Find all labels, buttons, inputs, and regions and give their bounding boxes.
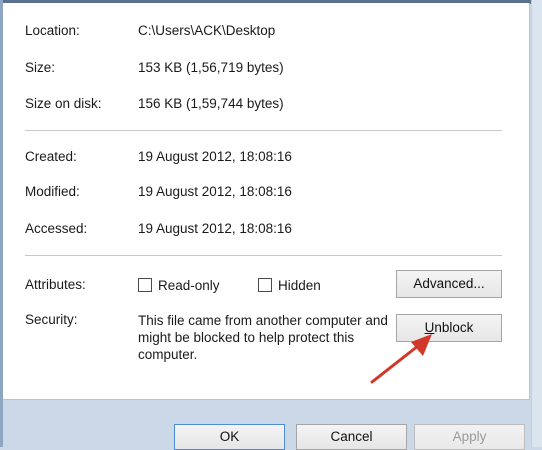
unblock-label-rest: nblock bbox=[434, 320, 474, 335]
accessed-value: 19 August 2012, 18:08:16 bbox=[138, 221, 292, 236]
modified-label: Modified: bbox=[25, 184, 80, 199]
size-label: Size: bbox=[25, 60, 56, 75]
accessed-label: Accessed: bbox=[25, 221, 88, 236]
separator bbox=[25, 255, 502, 256]
apply-button[interactable]: Apply bbox=[414, 424, 525, 450]
separator bbox=[25, 130, 502, 131]
created-label: Created: bbox=[25, 149, 77, 164]
hidden-checkbox-box[interactable] bbox=[258, 278, 272, 292]
advanced-button[interactable]: Advanced... bbox=[396, 270, 502, 298]
ok-button[interactable]: OK bbox=[174, 424, 285, 450]
hidden-checkbox-label: Hidden bbox=[278, 277, 321, 293]
created-value: 19 August 2012, 18:08:16 bbox=[138, 149, 292, 164]
hidden-checkbox[interactable]: Hidden bbox=[258, 275, 321, 295]
attributes-label: Attributes: bbox=[25, 277, 86, 292]
size-on-disk-label: Size on disk: bbox=[25, 96, 102, 111]
security-label: Security: bbox=[25, 312, 78, 327]
size-value: 153 KB (1,56,719 bytes) bbox=[138, 60, 284, 75]
location-label: Location: bbox=[25, 23, 80, 38]
location-value: C:\Users\ACK\Desktop bbox=[138, 23, 276, 38]
readonly-checkbox[interactable]: Read-only bbox=[138, 275, 220, 295]
red-arrow-icon bbox=[370, 334, 432, 384]
readonly-checkbox-label: Read-only bbox=[158, 277, 220, 293]
readonly-checkbox-box[interactable] bbox=[138, 278, 152, 292]
window-right-border bbox=[531, 0, 542, 447]
size-on-disk-value: 156 KB (1,59,744 bytes) bbox=[138, 96, 284, 111]
cancel-button[interactable]: Cancel bbox=[296, 424, 407, 450]
security-message: This file came from another computer and… bbox=[138, 313, 388, 362]
modified-value: 19 August 2012, 18:08:16 bbox=[138, 184, 292, 199]
